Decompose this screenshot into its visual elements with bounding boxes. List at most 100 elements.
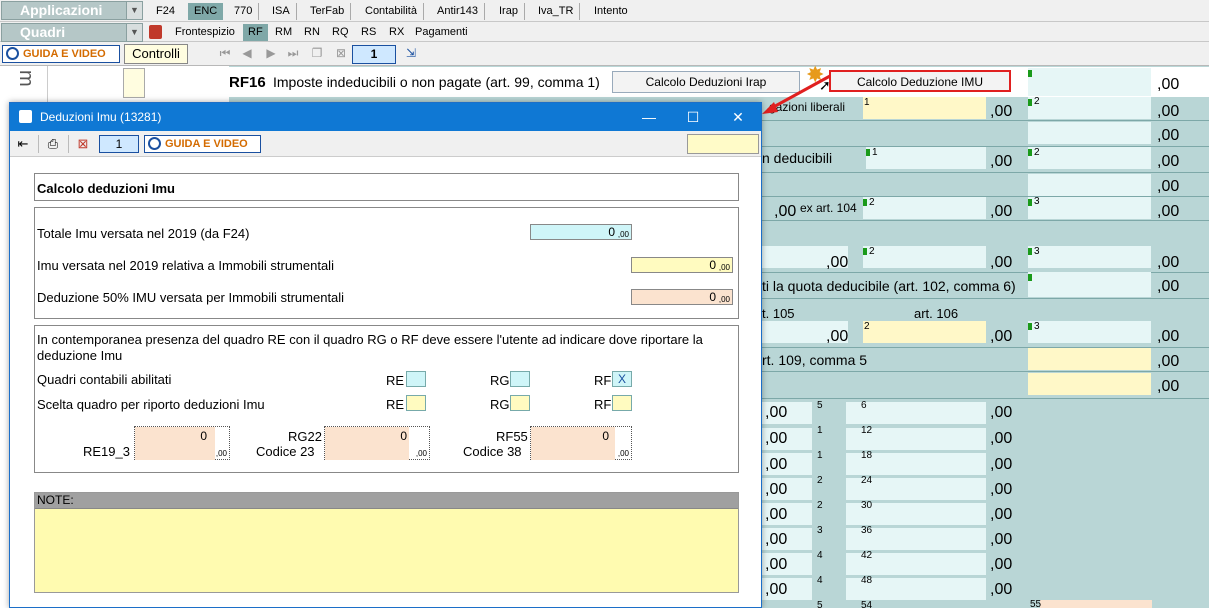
deduzione-50-field[interactable]: 0 ,00	[631, 289, 733, 305]
erogazioni-field-1[interactable]	[863, 97, 986, 119]
col-marker-icon	[866, 149, 870, 156]
rg-scelta-label: RG	[490, 397, 510, 412]
chevron-down-icon[interactable]: ▼	[126, 24, 142, 41]
imu-strumentali-field[interactable]: 0 ,00	[631, 257, 733, 273]
row-field[interactable]	[1028, 122, 1151, 144]
tab-f24[interactable]: F24	[150, 3, 181, 20]
chevron-down-icon[interactable]: ▼	[126, 2, 142, 19]
tab-rn[interactable]: RN	[299, 24, 325, 41]
guida-video-button[interactable]: GUIDA E VIDEO	[2, 45, 120, 63]
decimals: ,00	[415, 449, 427, 458]
quadri-scelta-box: In contemporanea presenza del quadro RE …	[34, 325, 739, 473]
re-scelta-checkbox[interactable]	[406, 395, 426, 411]
art105-field-3[interactable]	[1028, 321, 1151, 343]
row-field[interactable]	[1028, 174, 1151, 196]
value-zero: ,00	[1157, 76, 1180, 93]
rg-abilitato-checkbox[interactable]	[510, 371, 530, 387]
col-marker-icon	[1028, 323, 1032, 330]
applicazioni-dropdown[interactable]: Applicazioni ▼	[1, 1, 143, 20]
close-icon[interactable]: ✕	[715, 103, 761, 131]
re-abilitato-checkbox[interactable]	[406, 371, 426, 387]
rg-scelta-checkbox[interactable]	[510, 395, 530, 411]
deducibili-field-1[interactable]	[866, 147, 986, 169]
tab-rs[interactable]: RS	[356, 24, 381, 41]
col-2-label: 2	[869, 246, 875, 257]
value-zero: ,00	[765, 506, 788, 523]
quadri-dropdown[interactable]: Quadri ▼	[1, 23, 143, 42]
note-area[interactable]: NOTE:	[34, 492, 739, 593]
minimize-icon[interactable]: —	[626, 103, 672, 131]
tab-terfab[interactable]: TerFab	[304, 3, 352, 20]
col-2-label: 2	[864, 321, 870, 332]
next-page-icon[interactable]: ▶	[264, 46, 278, 60]
erogazioni-field-2[interactable]	[1028, 97, 1151, 119]
controlli-button[interactable]: Controlli	[124, 44, 188, 64]
tab-enc[interactable]: ENC	[188, 3, 224, 20]
value-zero: ,00	[765, 404, 788, 421]
grid-field[interactable]	[846, 402, 986, 424]
quota-deducibile-label: ti la quota deducibile (art. 102, comma …	[762, 278, 1016, 294]
magnifier-icon	[6, 47, 19, 60]
rf-abilitato-checkbox[interactable]: X	[612, 371, 632, 387]
tab-rx[interactable]: RX	[384, 24, 409, 41]
tab-rq[interactable]: RQ	[327, 24, 354, 41]
value-zero: ,00	[990, 506, 1013, 523]
add-page-icon[interactable]: ❐	[310, 46, 324, 60]
dialog-page-field[interactable]: 1	[99, 135, 139, 153]
value-zero: ,00	[765, 456, 788, 473]
tab-contabilita[interactable]: Contabilità	[359, 3, 424, 20]
tab-irap[interactable]: Irap	[493, 3, 525, 20]
first-page-icon[interactable]: ⏮	[218, 46, 232, 60]
tab-pagamenti[interactable]: Pagamenti	[410, 24, 473, 41]
delete-page-icon[interactable]: ⊠	[334, 46, 348, 60]
art109-field-2[interactable]	[1028, 373, 1151, 395]
col-5-label: 5	[817, 400, 823, 411]
maximize-icon[interactable]: ☐	[670, 103, 716, 131]
page-number-field[interactable]: 1	[352, 45, 396, 64]
totale-imu-field[interactable]: 0 ,00	[530, 224, 632, 240]
rf16-col-field[interactable]	[1028, 68, 1151, 96]
re-abilitato-label: RE	[386, 373, 405, 388]
tab-antir143[interactable]: Antir143	[431, 3, 485, 20]
last-page-icon[interactable]: ⏭	[286, 46, 300, 60]
print-icon[interactable]: ⎙	[44, 136, 62, 152]
tab-isa[interactable]: ISA	[266, 3, 297, 20]
tab-rm[interactable]: RM	[270, 24, 297, 41]
rf55-field[interactable]	[1040, 600, 1152, 608]
quota-deducibile-field[interactable]	[1028, 272, 1151, 297]
art106-field[interactable]	[863, 321, 986, 343]
deducibili-field-2[interactable]	[1028, 147, 1151, 169]
dialog-yellow-field[interactable]	[687, 134, 759, 154]
col-3-label: 3	[1034, 321, 1040, 332]
value-zero: ,00	[1157, 328, 1180, 345]
tab-iva-tr[interactable]: Iva_TR	[532, 3, 581, 20]
row248-field-2[interactable]	[863, 246, 986, 268]
delete-icon[interactable]: ⊠	[74, 136, 92, 152]
dialog-guida-video-button[interactable]: GUIDA E VIDEO	[144, 135, 261, 153]
app-icon	[19, 110, 32, 123]
art104-field-2[interactable]	[863, 197, 986, 219]
value-zero: ,00	[765, 581, 788, 598]
value-zero: ,00	[1157, 278, 1180, 295]
exit-icon[interactable]: ⇤	[14, 136, 32, 152]
col-marker-icon	[1028, 99, 1032, 106]
prev-page-icon[interactable]: ◀	[240, 46, 254, 60]
art109-field[interactable]	[1028, 348, 1151, 370]
tab-770[interactable]: 770	[228, 3, 260, 20]
small-yellow-field[interactable]	[123, 68, 145, 98]
goto-page-icon[interactable]: ⇲	[404, 46, 418, 60]
calcolo-deduzione-imu-button[interactable]: Calcolo Deduzione IMU	[829, 70, 1011, 92]
tab-rf[interactable]: RF	[243, 24, 268, 41]
row-divider	[762, 120, 1209, 121]
tab-frontespizio[interactable]: Frontespizio	[170, 24, 240, 41]
dialog-titlebar[interactable]: Deduzioni Imu (13281) — ☐ ✕	[10, 103, 761, 131]
rg22-field[interactable]: 0 ,00	[324, 426, 430, 460]
pdf-icon[interactable]	[149, 25, 162, 39]
tab-intento[interactable]: Intento	[588, 3, 634, 20]
rf55-dialog-field[interactable]: 0 ,00	[530, 426, 632, 460]
rf-scelta-checkbox[interactable]	[612, 395, 632, 411]
re19-field[interactable]: 0 ,00	[134, 426, 230, 460]
deducibili-label: n deducibili	[762, 150, 833, 166]
row248-field-3[interactable]	[1028, 246, 1151, 268]
art104-field-3[interactable]	[1028, 197, 1151, 219]
